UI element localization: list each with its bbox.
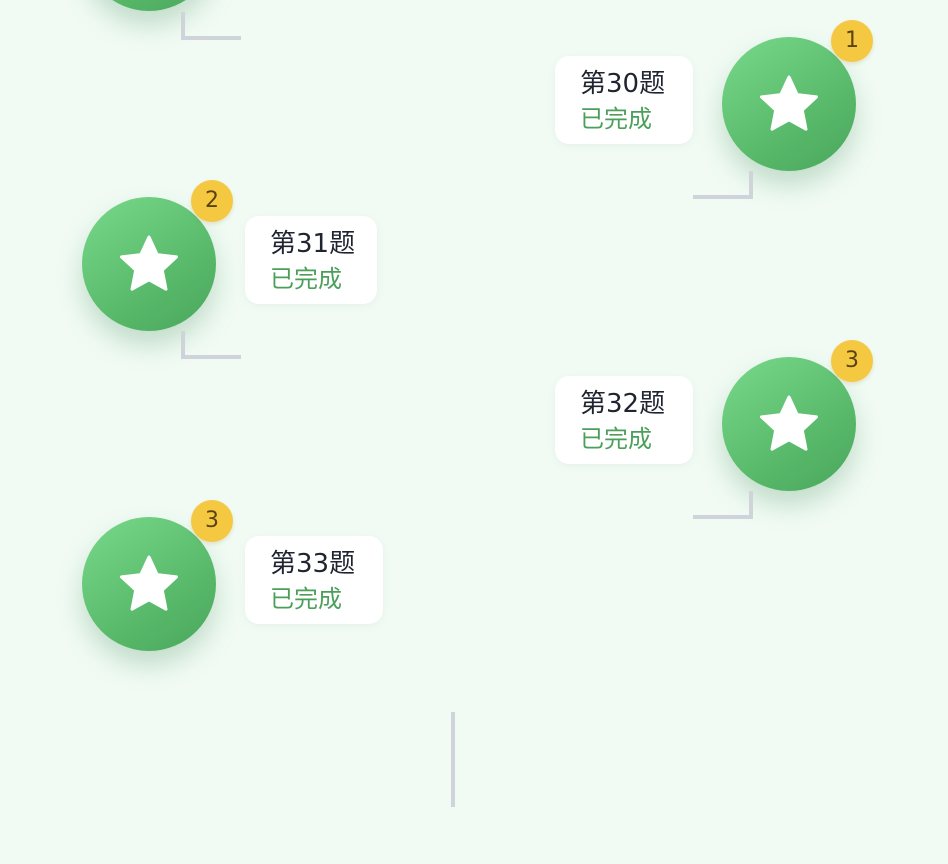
star-icon <box>760 395 818 451</box>
star-icon <box>760 75 818 131</box>
star-count-badge: 3 <box>831 340 873 382</box>
level-path-map: 第30题 已完成 1 2 第31题 已完成 第32题 已完成 3 3 第33题 … <box>0 0 948 864</box>
path-end-line <box>451 712 455 807</box>
path-connector <box>181 12 241 40</box>
level-card-30[interactable]: 第30题 已完成 <box>555 56 693 144</box>
level-title: 第30题 <box>580 69 666 99</box>
star-count-badge: 2 <box>191 180 233 222</box>
path-connector <box>693 491 753 519</box>
level-node-30[interactable] <box>722 37 856 171</box>
level-status: 已完成 <box>580 105 652 133</box>
star-count-badge: 1 <box>831 20 873 62</box>
level-node-32[interactable] <box>722 357 856 491</box>
level-status: 已完成 <box>270 585 342 613</box>
level-title: 第31题 <box>270 229 356 259</box>
level-status: 已完成 <box>580 425 652 453</box>
level-status: 已完成 <box>270 265 342 293</box>
level-title: 第32题 <box>580 389 666 419</box>
level-card-33[interactable]: 第33题 已完成 <box>245 536 383 624</box>
level-card-31[interactable]: 第31题 已完成 <box>245 216 377 304</box>
level-node-33[interactable] <box>82 517 216 651</box>
path-connector <box>693 171 753 199</box>
star-icon <box>120 235 178 291</box>
level-card-32[interactable]: 第32题 已完成 <box>555 376 693 464</box>
star-icon <box>120 555 178 611</box>
level-title: 第33题 <box>270 549 356 579</box>
level-node-31[interactable] <box>82 197 216 331</box>
path-connector <box>181 331 241 359</box>
level-node-previous[interactable] <box>82 0 216 11</box>
star-count-badge: 3 <box>191 500 233 542</box>
